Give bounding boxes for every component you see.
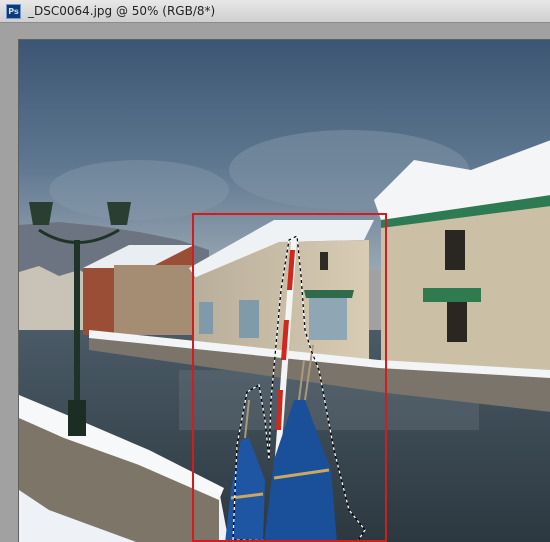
- lamp-post-base: [68, 400, 86, 436]
- right-window: [445, 230, 465, 270]
- photoshop-app-icon: Ps: [6, 4, 21, 19]
- cloud: [49, 160, 229, 220]
- warehouse-window: [320, 252, 328, 270]
- document-title: _DSC0064.jpg @ 50% (RGB/8*): [28, 4, 216, 18]
- right-doorway: [447, 302, 467, 342]
- photo-canvas[interactable]: [19, 40, 550, 542]
- warehouse-door: [239, 300, 259, 338]
- lamp-left: [29, 202, 53, 225]
- warehouse-door: [309, 298, 347, 340]
- green-awning: [304, 290, 354, 298]
- lamp-right: [107, 202, 131, 225]
- title-bar[interactable]: Ps _DSC0064.jpg @ 50% (RGB/8*): [0, 0, 550, 23]
- canvas-frame: [18, 39, 550, 542]
- right-awning: [423, 288, 481, 302]
- canvas-area[interactable]: [0, 23, 550, 542]
- far-warehouse: [114, 265, 204, 335]
- warehouse-door: [199, 302, 213, 334]
- document-window: Ps _DSC0064.jpg @ 50% (RGB/8*): [0, 0, 550, 542]
